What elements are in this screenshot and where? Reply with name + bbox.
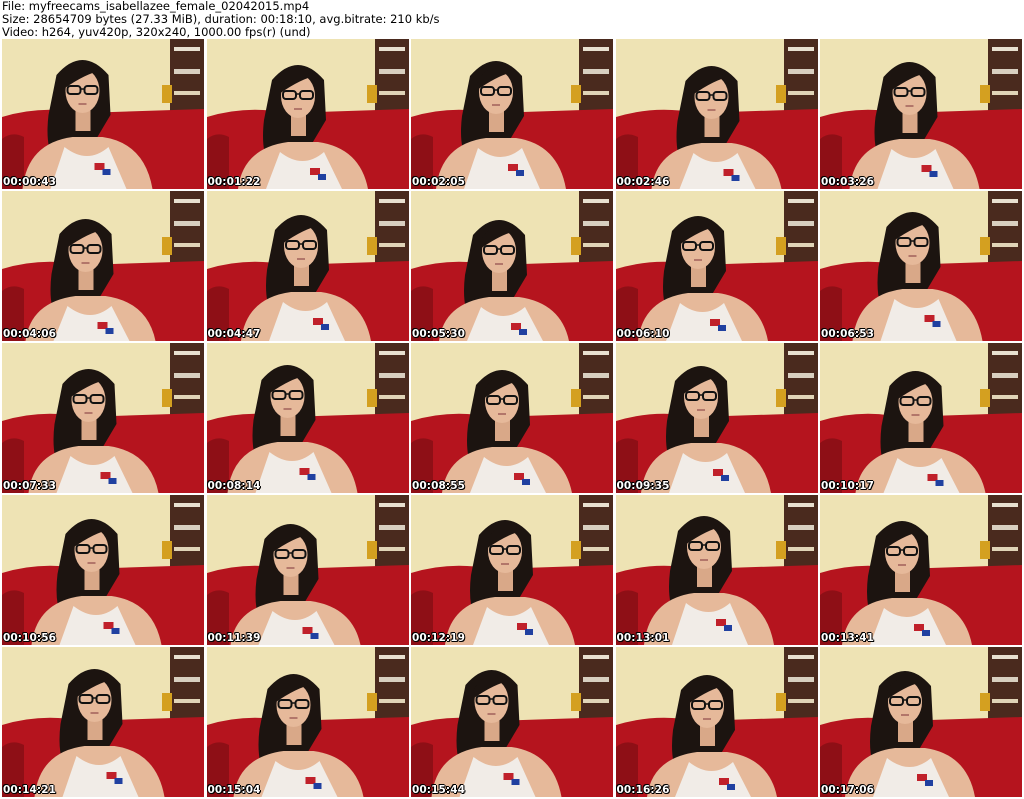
frame-image <box>615 647 818 797</box>
frame-image <box>615 39 818 189</box>
thumbnail-timestamp: 00:12:19 <box>412 632 466 644</box>
video-frame-thumbnail: 00:17:06 <box>820 647 1022 797</box>
video-frame-thumbnail: 00:10:56 <box>2 495 204 645</box>
frame-image <box>411 191 613 341</box>
video-frame-thumbnail: 00:01:22 <box>206 39 409 189</box>
thumbnail-timestamp: 00:00:43 <box>3 176 57 188</box>
video-frame-thumbnail: 00:02:05 <box>411 39 613 189</box>
video-frame-thumbnail: 00:11:39 <box>206 495 409 645</box>
thumbnail-timestamp: 00:08:14 <box>207 480 261 492</box>
thumbnail-timestamp: 00:01:22 <box>207 176 261 188</box>
frame-image <box>2 495 204 645</box>
frame-image <box>2 39 204 189</box>
thumbnail-timestamp: 00:06:53 <box>821 328 875 340</box>
frame-image <box>615 343 818 493</box>
video-frame-thumbnail: 00:04:47 <box>206 191 409 341</box>
frame-image <box>411 495 613 645</box>
thumbnail-timestamp: 00:04:47 <box>207 328 261 340</box>
thumbnail-timestamp: 00:04:06 <box>3 328 57 340</box>
frame-image <box>206 495 409 645</box>
frame-image <box>206 39 409 189</box>
video-frame-thumbnail: 00:04:06 <box>2 191 204 341</box>
video-frame-thumbnail: 00:10:17 <box>820 343 1022 493</box>
video-frame-thumbnail: 00:05:30 <box>411 191 613 341</box>
video-frame-thumbnail: 00:08:14 <box>206 343 409 493</box>
frame-image <box>615 191 818 341</box>
frame-image <box>820 647 1022 797</box>
video-frame-thumbnail: 00:07:33 <box>2 343 204 493</box>
thumbnail-timestamp: 00:13:41 <box>821 632 875 644</box>
video-frame-thumbnail: 00:12:19 <box>411 495 613 645</box>
frame-image <box>820 343 1022 493</box>
thumbnail-timestamp: 00:02:05 <box>412 176 466 188</box>
video-frame-thumbnail: 00:13:41 <box>820 495 1022 645</box>
thumbnail-timestamp: 00:10:56 <box>3 632 57 644</box>
thumbnail-timestamp: 00:13:01 <box>616 632 670 644</box>
video-frame-thumbnail: 00:06:53 <box>820 191 1022 341</box>
video-frame-thumbnail: 00:15:04 <box>206 647 409 797</box>
video-frame-thumbnail: 00:06:10 <box>615 191 818 341</box>
frame-image <box>206 191 409 341</box>
thumbnail-timestamp: 00:09:35 <box>616 480 670 492</box>
thumbnail-timestamp: 00:02:46 <box>616 176 670 188</box>
thumbnail-timestamp: 00:06:10 <box>616 328 670 340</box>
frame-image <box>206 343 409 493</box>
thumbnail-timestamp: 00:10:17 <box>821 480 875 492</box>
video-frame-thumbnail: 00:15:44 <box>411 647 613 797</box>
frame-image <box>820 39 1022 189</box>
thumbnail-grid: 00:00:43 00:01:22 00:02:05 00:02:46 00:03:26… <box>2 39 1022 797</box>
thumbnail-timestamp: 00:03:26 <box>821 176 875 188</box>
frame-image <box>2 647 204 797</box>
thumbnail-timestamp: 00:11:39 <box>207 632 261 644</box>
thumbnail-timestamp: 00:17:06 <box>821 784 875 796</box>
video-frame-thumbnail: 00:13:01 <box>615 495 818 645</box>
video-frame-thumbnail: 00:02:46 <box>615 39 818 189</box>
thumbnail-timestamp: 00:08:55 <box>412 480 466 492</box>
thumbnail-timestamp: 00:16:26 <box>616 784 670 796</box>
thumbnail-timestamp: 00:07:33 <box>3 480 57 492</box>
thumbnail-timestamp: 00:05:30 <box>412 328 466 340</box>
frame-image <box>411 647 613 797</box>
frame-image <box>2 343 204 493</box>
thumbnail-timestamp: 00:15:04 <box>207 784 261 796</box>
file-info-header: File: myfreecams_isabellazee_female_0204… <box>2 0 1022 39</box>
frame-image <box>615 495 818 645</box>
frame-image <box>2 191 204 341</box>
frame-image <box>411 39 613 189</box>
frame-image <box>206 647 409 797</box>
frame-image <box>411 343 613 493</box>
video-frame-thumbnail: 00:16:26 <box>615 647 818 797</box>
video-frame-thumbnail: 00:00:43 <box>2 39 204 189</box>
video-info-line: Video: h264, yuv420p, 320x240, 1000.00 f… <box>2 25 311 39</box>
thumbnail-timestamp: 00:14:21 <box>3 784 57 796</box>
video-frame-thumbnail: 00:08:55 <box>411 343 613 493</box>
video-frame-thumbnail: 00:14:21 <box>2 647 204 797</box>
frame-image <box>820 495 1022 645</box>
thumbnail-timestamp: 00:15:44 <box>412 784 466 796</box>
video-frame-thumbnail: 00:03:26 <box>820 39 1022 189</box>
frame-image <box>820 191 1022 341</box>
video-frame-thumbnail: 00:09:35 <box>615 343 818 493</box>
